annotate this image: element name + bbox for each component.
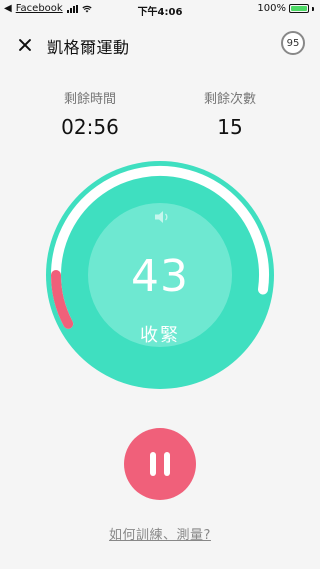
remaining-time-value: 02:56	[61, 115, 119, 139]
pause-button[interactable]	[124, 428, 196, 500]
page-title: 凱格爾運動	[47, 38, 130, 57]
battery-level-fill	[291, 6, 307, 11]
pause-icon-bar-left	[150, 452, 156, 476]
phase-countdown: 43	[131, 251, 189, 302]
remaining-reps-stat: 剩餘次數 15	[170, 88, 290, 139]
battery-icon	[289, 4, 309, 13]
battery-percent: 100%	[257, 3, 286, 14]
remaining-reps-label: 剩餘次數	[203, 92, 256, 107]
status-bar: ◀ Facebook 下午4:06 100%	[0, 0, 320, 18]
remaining-reps-value: 15	[217, 115, 243, 139]
close-icon[interactable]	[18, 38, 32, 52]
remaining-time-label: 剩餘時間	[63, 92, 116, 107]
phase-label: 收緊	[140, 325, 180, 346]
how-to-train-link[interactable]: 如何訓練、測量?	[0, 524, 320, 543]
status-bar-right: 100%	[257, 3, 314, 14]
speaker-icon[interactable]	[153, 209, 171, 225]
exercise-dial: 43 收緊	[46, 161, 274, 389]
pause-icon-bar-right	[164, 452, 170, 476]
remaining-time-stat: 剩餘時間 02:56	[30, 88, 150, 139]
score-badge[interactable]: 95	[281, 31, 305, 55]
battery-tip	[312, 6, 314, 11]
